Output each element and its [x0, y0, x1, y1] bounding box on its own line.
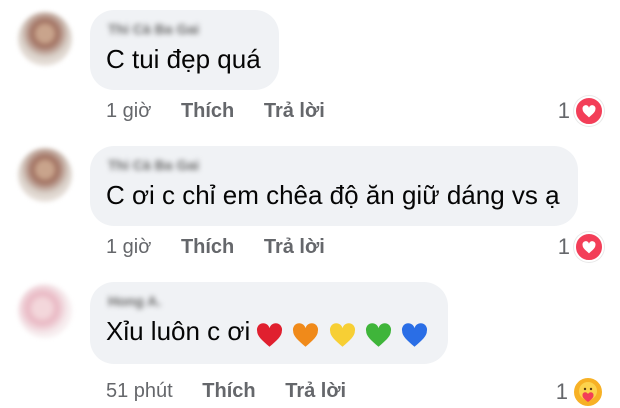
reaction-summary[interactable]: 1 — [558, 232, 604, 262]
comment-item: Thi Cà Ba Gai C ơi c chỉ em chêa độ ăn g… — [0, 136, 620, 266]
green-heart-icon — [365, 322, 391, 347]
love-reaction-icon — [574, 96, 604, 126]
heart-emojis — [256, 316, 430, 350]
comment-author[interactable]: Thi Cà Ba Gai — [108, 156, 560, 174]
comment-author[interactable]: Thi Cà Ba Gai — [108, 20, 261, 38]
comment-text: C tui đẹp quá — [106, 44, 261, 74]
comment-bubble: Thi Cà Ba Gai C tui đẹp quá — [90, 10, 279, 90]
comment-actions: 1 giờ Thích Trả lời — [106, 100, 349, 123]
comment-text: C ơi c chỉ em chêa độ ăn giữ dáng vs ạ — [106, 180, 560, 210]
comment-text: Xỉu luôn c ơi — [106, 314, 430, 350]
comment-author[interactable]: Hong A. — [108, 292, 430, 310]
orange-heart-icon — [293, 322, 319, 347]
like-link[interactable]: Thích — [181, 236, 234, 258]
comment-time[interactable]: 1 giờ — [106, 236, 151, 258]
reply-link[interactable]: Trả lời — [264, 236, 325, 258]
reply-link[interactable]: Trả lời — [285, 380, 346, 402]
blue-heart-icon — [402, 322, 428, 347]
reaction-count: 1 — [557, 234, 570, 259]
red-heart-icon — [257, 322, 283, 347]
like-link[interactable]: Thích — [181, 100, 234, 122]
reply-link[interactable]: Trả lời — [264, 100, 325, 122]
comment-actions: 51 phút Thích Trả lời — [106, 380, 370, 403]
avatar[interactable] — [18, 284, 72, 338]
care-reaction-icon — [572, 376, 604, 408]
reaction-summary[interactable]: 1 — [556, 376, 604, 408]
comment-bubble: Hong A. Xỉu luôn c ơi — [90, 282, 449, 365]
comment-item: Thi Cà Ba Gai C tui đẹp quá 1 giờ Thích … — [0, 0, 620, 130]
comment-actions: 1 giờ Thích Trả lời — [106, 236, 349, 259]
love-reaction-icon — [574, 232, 604, 262]
avatar[interactable] — [18, 148, 72, 202]
reaction-count: 1 — [555, 379, 568, 404]
reaction-count: 1 — [557, 98, 570, 123]
avatar[interactable] — [18, 12, 72, 66]
reaction-summary[interactable]: 1 — [558, 96, 604, 126]
comment-text-content: Xỉu luôn c ơi — [106, 316, 251, 346]
comment-item: Hong A. Xỉu luôn c ơi 51 phút Thích Trả … — [0, 272, 620, 408]
comment-time[interactable]: 51 phút — [106, 380, 173, 402]
yellow-heart-icon — [329, 322, 355, 347]
like-link[interactable]: Thích — [202, 380, 255, 402]
comment-bubble: Thi Cà Ba Gai C ơi c chỉ em chêa độ ăn g… — [90, 146, 578, 226]
comment-time[interactable]: 1 giờ — [106, 100, 151, 122]
